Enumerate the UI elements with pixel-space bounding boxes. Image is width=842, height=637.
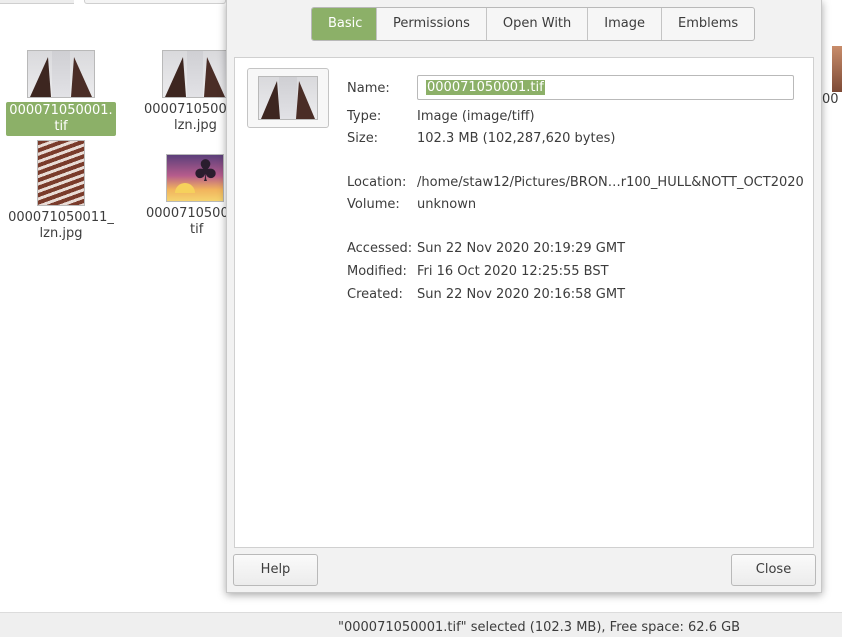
status-text: "000071050001.tif" selected (102.3 MB), … bbox=[338, 620, 741, 635]
tab-image[interactable]: Image bbox=[587, 8, 661, 40]
file-name-label: 000071050011_ lzn.jpg bbox=[8, 210, 114, 241]
volume-value: unknown bbox=[417, 197, 477, 212]
created-value: Sun 22 Nov 2020 20:16:58 GMT bbox=[417, 287, 626, 302]
palm-tree-icon: ♣ bbox=[192, 154, 219, 189]
toolbar-button-partial[interactable] bbox=[84, 0, 226, 4]
properties-dialog: Basic Permissions Open With Image Emblem… bbox=[226, 0, 822, 593]
basic-panel: Name: 000071050001.tif Type: Image (imag… bbox=[234, 57, 814, 548]
tab-open-with[interactable]: Open With bbox=[485, 8, 587, 40]
type-value: Image (image/tiff) bbox=[417, 109, 535, 124]
file-item[interactable]: 000071050001. tif bbox=[6, 38, 116, 136]
name-input[interactable]: 000071050001.tif bbox=[417, 75, 794, 100]
file-icon-button[interactable] bbox=[247, 68, 329, 128]
file-name-label: 000071050001. tif bbox=[6, 102, 116, 136]
name-label: Name: bbox=[347, 81, 390, 96]
accessed-label: Accessed: bbox=[347, 241, 413, 256]
tab-basic[interactable]: Basic bbox=[312, 8, 376, 40]
tab-permissions[interactable]: Permissions bbox=[376, 8, 486, 40]
file-thumbnail bbox=[27, 50, 95, 98]
file-thumbnail bbox=[258, 76, 318, 120]
name-input-selection: 000071050001.tif bbox=[426, 80, 545, 95]
tab-bar: Basic Permissions Open With Image Emblem… bbox=[311, 7, 756, 41]
help-button[interactable]: Help bbox=[233, 554, 318, 586]
accessed-value: Sun 22 Nov 2020 20:19:29 GMT bbox=[417, 241, 626, 256]
status-bar: "000071050001.tif" selected (102.3 MB), … bbox=[0, 612, 842, 637]
volume-label: Volume: bbox=[347, 197, 400, 212]
modified-value: Fri 16 Oct 2020 12:25:55 BST bbox=[417, 264, 609, 279]
location-value: /home/staw12/Pictures/BRON…r100_HULL&NOT… bbox=[417, 175, 804, 190]
size-value: 102.3 MB (102,287,620 bytes) bbox=[417, 131, 616, 146]
file-thumbnail: ♣ bbox=[166, 154, 224, 202]
file-thumbnail bbox=[37, 140, 85, 206]
file-item[interactable]: 000071050011_ lzn.jpg bbox=[6, 140, 116, 242]
tab-emblems[interactable]: Emblems bbox=[660, 8, 754, 40]
file-name-label-partial: 00 bbox=[822, 92, 839, 107]
file-thumbnail-partial[interactable] bbox=[832, 46, 842, 92]
created-label: Created: bbox=[347, 287, 403, 302]
toolbar-button-partial[interactable] bbox=[0, 0, 74, 4]
modified-label: Modified: bbox=[347, 264, 407, 279]
size-label: Size: bbox=[347, 131, 379, 146]
type-label: Type: bbox=[347, 109, 382, 124]
file-thumbnail bbox=[162, 50, 228, 98]
close-button[interactable]: Close bbox=[731, 554, 816, 586]
location-label: Location: bbox=[347, 175, 407, 190]
